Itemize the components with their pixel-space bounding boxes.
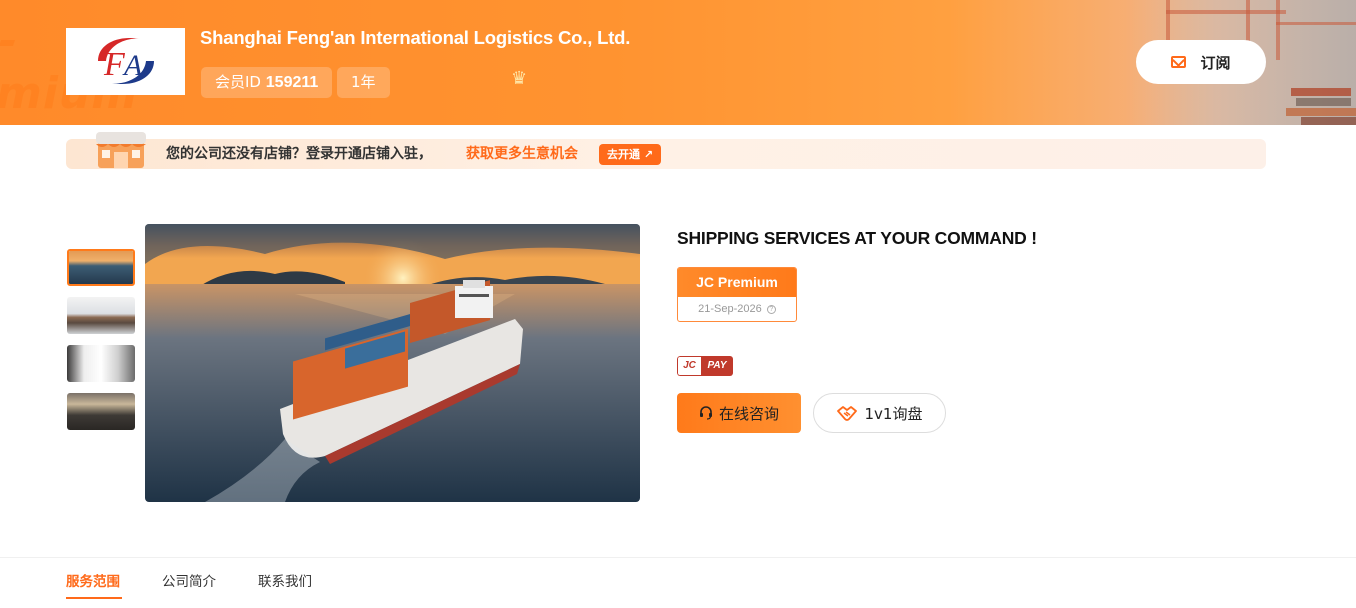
subscribe-button[interactable]: 订阅 [1136,40,1266,84]
member-id-label: 会员ID [215,73,261,91]
gallery-thumb-meeting-room[interactable] [67,297,135,334]
open-store-notice: 您的公司还没有店铺？登录开通店铺入驻， 获取更多生意机会 去开通 ↗ [66,132,1266,169]
jcpay-logo-left: JC [677,356,701,376]
membership-years-badge: 1年 [337,67,390,98]
headset-icon [699,406,712,420]
tab-contact-us[interactable]: 联系我们 [258,570,312,590]
mail-icon [1171,56,1187,68]
tab-service-scope[interactable]: 服务范围 [66,570,120,590]
premium-expiry-date: 21-Sep-2026 [698,303,762,315]
company-logo: F A [66,28,185,95]
svg-text:A: A [122,49,143,82]
gallery-thumb-ship[interactable] [67,249,135,286]
watermark-arrow [0,40,16,46]
premium-expiry: 21-Sep-2026 ? [678,297,796,321]
notice-text: 您的公司还没有店铺？登录开通店铺入驻， [166,146,432,162]
notice-highlight: 获取更多生意机会 [466,146,578,162]
svg-text:F: F [103,46,126,83]
online-consult-button[interactable]: 在线咨询 [677,393,801,433]
tab-company-profile[interactable]: 公司简介 [162,570,216,590]
cargo-ship-photo [145,224,640,502]
section-tabs: 服务范围 公司简介 联系我们 [0,557,1356,608]
jcpay-logo: JC PAY [677,356,733,376]
subscribe-label: 订阅 [1200,53,1231,72]
company-slogan: SHIPPING SERVICES AT YOUR COMMAND ! [677,228,1037,248]
jcpay-logo-right: PAY [701,356,733,376]
open-store-button[interactable]: 去开通 ↗ [599,144,662,165]
handshake-icon [836,406,857,421]
company-name: Shanghai Feng'an International Logistics… [200,27,631,48]
one-on-one-inquiry-label: 1v1询盘 [864,404,923,423]
gallery-thumb-workspace[interactable] [67,393,135,430]
crown-icon: ♛ [511,68,528,89]
jc-premium-badge: JC Premium 21-Sep-2026 ? [677,267,797,322]
company-header: mium F A Shanghai Feng'an International … [0,0,1356,125]
one-on-one-inquiry-button[interactable]: 1v1询盘 [813,393,946,433]
active-tab-indicator [66,597,122,599]
member-id-badge: 会员ID 159211 [201,67,333,98]
online-consult-label: 在线咨询 [718,404,779,423]
company-logo-mark: F A [98,37,154,85]
jc-premium-title: JC Premium [678,268,796,297]
gallery-thumb-office[interactable] [67,345,135,382]
help-icon[interactable]: ? [766,304,776,314]
main-gallery-image [145,224,640,502]
member-id-value: 159211 [265,74,319,91]
storefront-icon [96,132,146,168]
